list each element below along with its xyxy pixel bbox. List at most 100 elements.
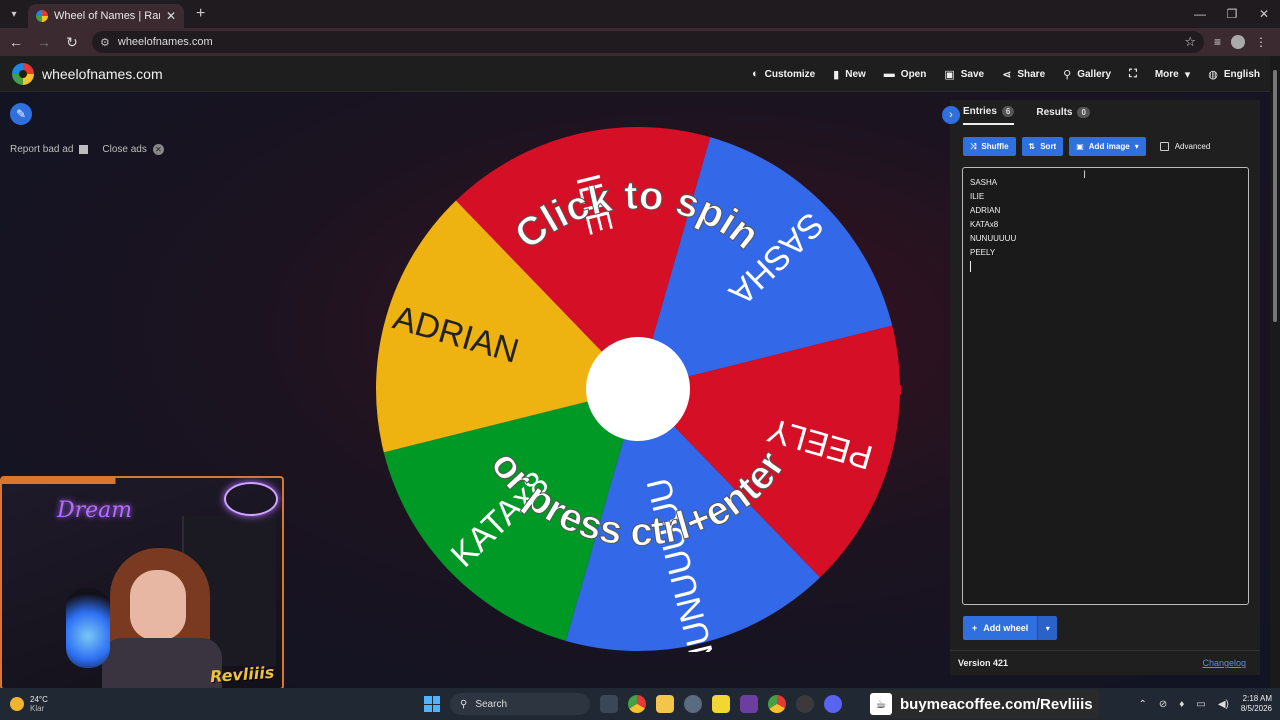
page-scrollbar[interactable] bbox=[1270, 56, 1280, 688]
wheel-favicon-icon bbox=[36, 10, 48, 22]
menu-save[interactable]: ▣ Save bbox=[944, 68, 984, 81]
clock-time: 2:18 AM bbox=[1242, 694, 1272, 703]
windows-start-icon[interactable] bbox=[424, 696, 440, 712]
menu-open[interactable]: ▬ Open bbox=[884, 68, 927, 80]
menu-share[interactable]: ⋖ Share bbox=[1002, 68, 1045, 81]
scrollbar-thumb[interactable] bbox=[1273, 70, 1277, 322]
entry-line: KATAx8 bbox=[970, 220, 999, 229]
add-wheel-button[interactable]: + Add wheel bbox=[963, 616, 1038, 640]
wheel-center-hub[interactable] bbox=[586, 337, 690, 441]
edit-pencil-icon[interactable]: ✎ bbox=[10, 103, 32, 125]
neon-ring-light bbox=[224, 482, 278, 516]
toolbar-right: ≡ ⋮ bbox=[1214, 35, 1267, 49]
volume-icon[interactable]: ◀) bbox=[1218, 699, 1229, 710]
entries-count-badge: 6 bbox=[1001, 106, 1015, 117]
menu-new[interactable]: ▮ New bbox=[833, 68, 866, 81]
sticky-notes-icon[interactable] bbox=[712, 695, 730, 713]
profile-avatar[interactable] bbox=[1231, 35, 1246, 49]
taskbar-search[interactable]: ⚲ Search bbox=[450, 693, 590, 715]
discord-icon[interactable] bbox=[824, 695, 842, 713]
site-menu: ◐ Customize ▮ New ▬ Open ▣ Save ⋖ Share ⚲ Gall… bbox=[752, 56, 1260, 92]
streamer-body bbox=[102, 638, 222, 688]
tray-chevron-up-icon[interactable]: ⌃ bbox=[1138, 699, 1146, 710]
tab-entries[interactable]: Entries 6 bbox=[963, 106, 1015, 125]
clock[interactable]: 2:18 AM 8/5/2026 bbox=[1241, 694, 1272, 714]
site-header: wheelofnames.com ◐ Customize ▮ New ▬ Open ▣… bbox=[0, 56, 1270, 92]
chrome-menu-icon[interactable]: ⋮ bbox=[1255, 35, 1267, 49]
sort-label: Sort bbox=[1040, 142, 1057, 151]
version-label: Version 421 bbox=[958, 658, 1009, 668]
report-bad-ad-link[interactable]: Report bad ad bbox=[10, 144, 89, 155]
tab-search-icon[interactable]: ▾ bbox=[0, 0, 28, 28]
system-tray: ⌃ ⊘ ♦ ▭ ◀) 2:18 AM 8/5/2026 bbox=[1138, 688, 1272, 720]
url-text[interactable]: wheelofnames.com bbox=[118, 36, 1176, 48]
app-grid-icon[interactable] bbox=[740, 695, 758, 713]
name-wheel[interactable]: SASHAPEELYNUNUUUUUKATAx8ADRIANILIE Click… bbox=[376, 127, 901, 652]
restore-button[interactable]: ❐ bbox=[1216, 0, 1248, 28]
weather-widget[interactable]: 24°C Klar bbox=[10, 695, 48, 713]
shuffle-button[interactable]: ⤨ Shuffle bbox=[963, 137, 1016, 156]
streamer-face bbox=[130, 570, 186, 640]
fullscreen-icon: ⛶ bbox=[1129, 67, 1137, 80]
bookmark-star-icon[interactable]: ☆ bbox=[1184, 34, 1196, 50]
taskbar-center: ⚲ Search bbox=[424, 692, 842, 716]
entries-textarea[interactable]: SASHA ILIE ADRIAN KATAx8 NUNUUUUU PEELY bbox=[962, 167, 1249, 605]
share-icon: ⋖ bbox=[1002, 68, 1012, 81]
menu-language[interactable]: ◍ English bbox=[1208, 68, 1260, 81]
panel-tabs: Entries 6 Results 0 bbox=[963, 106, 1090, 125]
entry-line: ADRIAN bbox=[970, 206, 1001, 215]
advanced-label: Advanced bbox=[1174, 142, 1211, 151]
changelog-link[interactable]: Changelog bbox=[1202, 658, 1246, 668]
address-bar[interactable]: ⚙ wheelofnames.com ☆ bbox=[92, 31, 1204, 53]
close-ads-label: Close ads bbox=[102, 144, 147, 155]
display-icon[interactable]: ▭ bbox=[1196, 699, 1205, 710]
menu-save-label: Save bbox=[960, 68, 985, 80]
reload-icon[interactable]: ↻ bbox=[60, 30, 84, 54]
chrome-active-icon[interactable] bbox=[768, 695, 786, 713]
minimize-button[interactable]: — bbox=[1184, 0, 1216, 28]
palette-icon: ◐ bbox=[751, 68, 759, 80]
close-window-button[interactable]: ✕ bbox=[1248, 0, 1280, 28]
file-explorer-icon[interactable] bbox=[656, 695, 674, 713]
back-arrow-icon[interactable]: ← bbox=[4, 30, 28, 54]
tab-close-icon[interactable]: ✕ bbox=[166, 9, 176, 23]
new-tab-button[interactable]: + bbox=[196, 5, 205, 23]
advanced-checkbox[interactable]: Advanced bbox=[1159, 142, 1211, 151]
obs-icon[interactable] bbox=[796, 695, 814, 713]
chrome-icon[interactable] bbox=[628, 695, 646, 713]
media-controls-icon[interactable]: ≡ bbox=[1214, 35, 1221, 49]
site-brand[interactable]: wheelofnames.com bbox=[42, 66, 163, 82]
menu-customize[interactable]: ◐ Customize bbox=[752, 68, 815, 80]
shuffle-label: Shuffle bbox=[981, 142, 1009, 151]
entry-line: PEELY bbox=[970, 248, 996, 257]
forward-arrow-icon[interactable]: → bbox=[32, 30, 56, 54]
webcam-overlay: Dream Revliiis bbox=[0, 476, 284, 690]
site-info-icon[interactable]: ⚙ bbox=[100, 36, 110, 49]
window-controls: — ❐ ✕ bbox=[1184, 0, 1280, 28]
menu-fullscreen[interactable]: ⛶ bbox=[1129, 68, 1137, 81]
menu-more[interactable]: More ▾ bbox=[1155, 68, 1190, 81]
menu-gallery[interactable]: ⚲ Gallery bbox=[1063, 68, 1111, 81]
browser-toolbar: ← → ↻ ⚙ wheelofnames.com ☆ ≡ ⋮ bbox=[0, 28, 1280, 56]
network-off-icon[interactable]: ⊘ bbox=[1159, 699, 1167, 710]
add-image-button[interactable]: ▣ Add image ▾ bbox=[1069, 137, 1146, 156]
sort-icon: ⇅ bbox=[1028, 142, 1036, 151]
temperature: 24°C bbox=[30, 695, 48, 704]
report-bad-ad-label: Report bad ad bbox=[10, 144, 74, 155]
task-view-icon[interactable] bbox=[600, 695, 618, 713]
wheelofnames-logo-icon[interactable] bbox=[12, 62, 34, 85]
add-wheel-label: Add wheel bbox=[983, 623, 1029, 633]
close-ads-link[interactable]: Close ads ✕ bbox=[102, 144, 164, 155]
collapse-panel-chevron-icon[interactable]: › bbox=[942, 106, 960, 124]
sort-button[interactable]: ⇅ Sort bbox=[1021, 137, 1064, 156]
microphone-tray-icon[interactable]: ♦ bbox=[1179, 699, 1184, 710]
browser-tab[interactable]: Wheel of Names | Random name picker ✕ bbox=[28, 4, 184, 28]
tab-results[interactable]: Results 0 bbox=[1036, 106, 1090, 125]
search-icon: ⚲ bbox=[460, 698, 468, 710]
globe-icon: ◍ bbox=[1208, 68, 1218, 81]
menu-customize-label: Customize bbox=[764, 68, 816, 80]
settings-gear-icon[interactable] bbox=[684, 695, 702, 713]
checkbox-icon bbox=[1159, 142, 1169, 151]
add-wheel-dropdown-chevron-icon[interactable]: ▾ bbox=[1037, 616, 1058, 640]
moon-weather-icon bbox=[10, 697, 24, 711]
